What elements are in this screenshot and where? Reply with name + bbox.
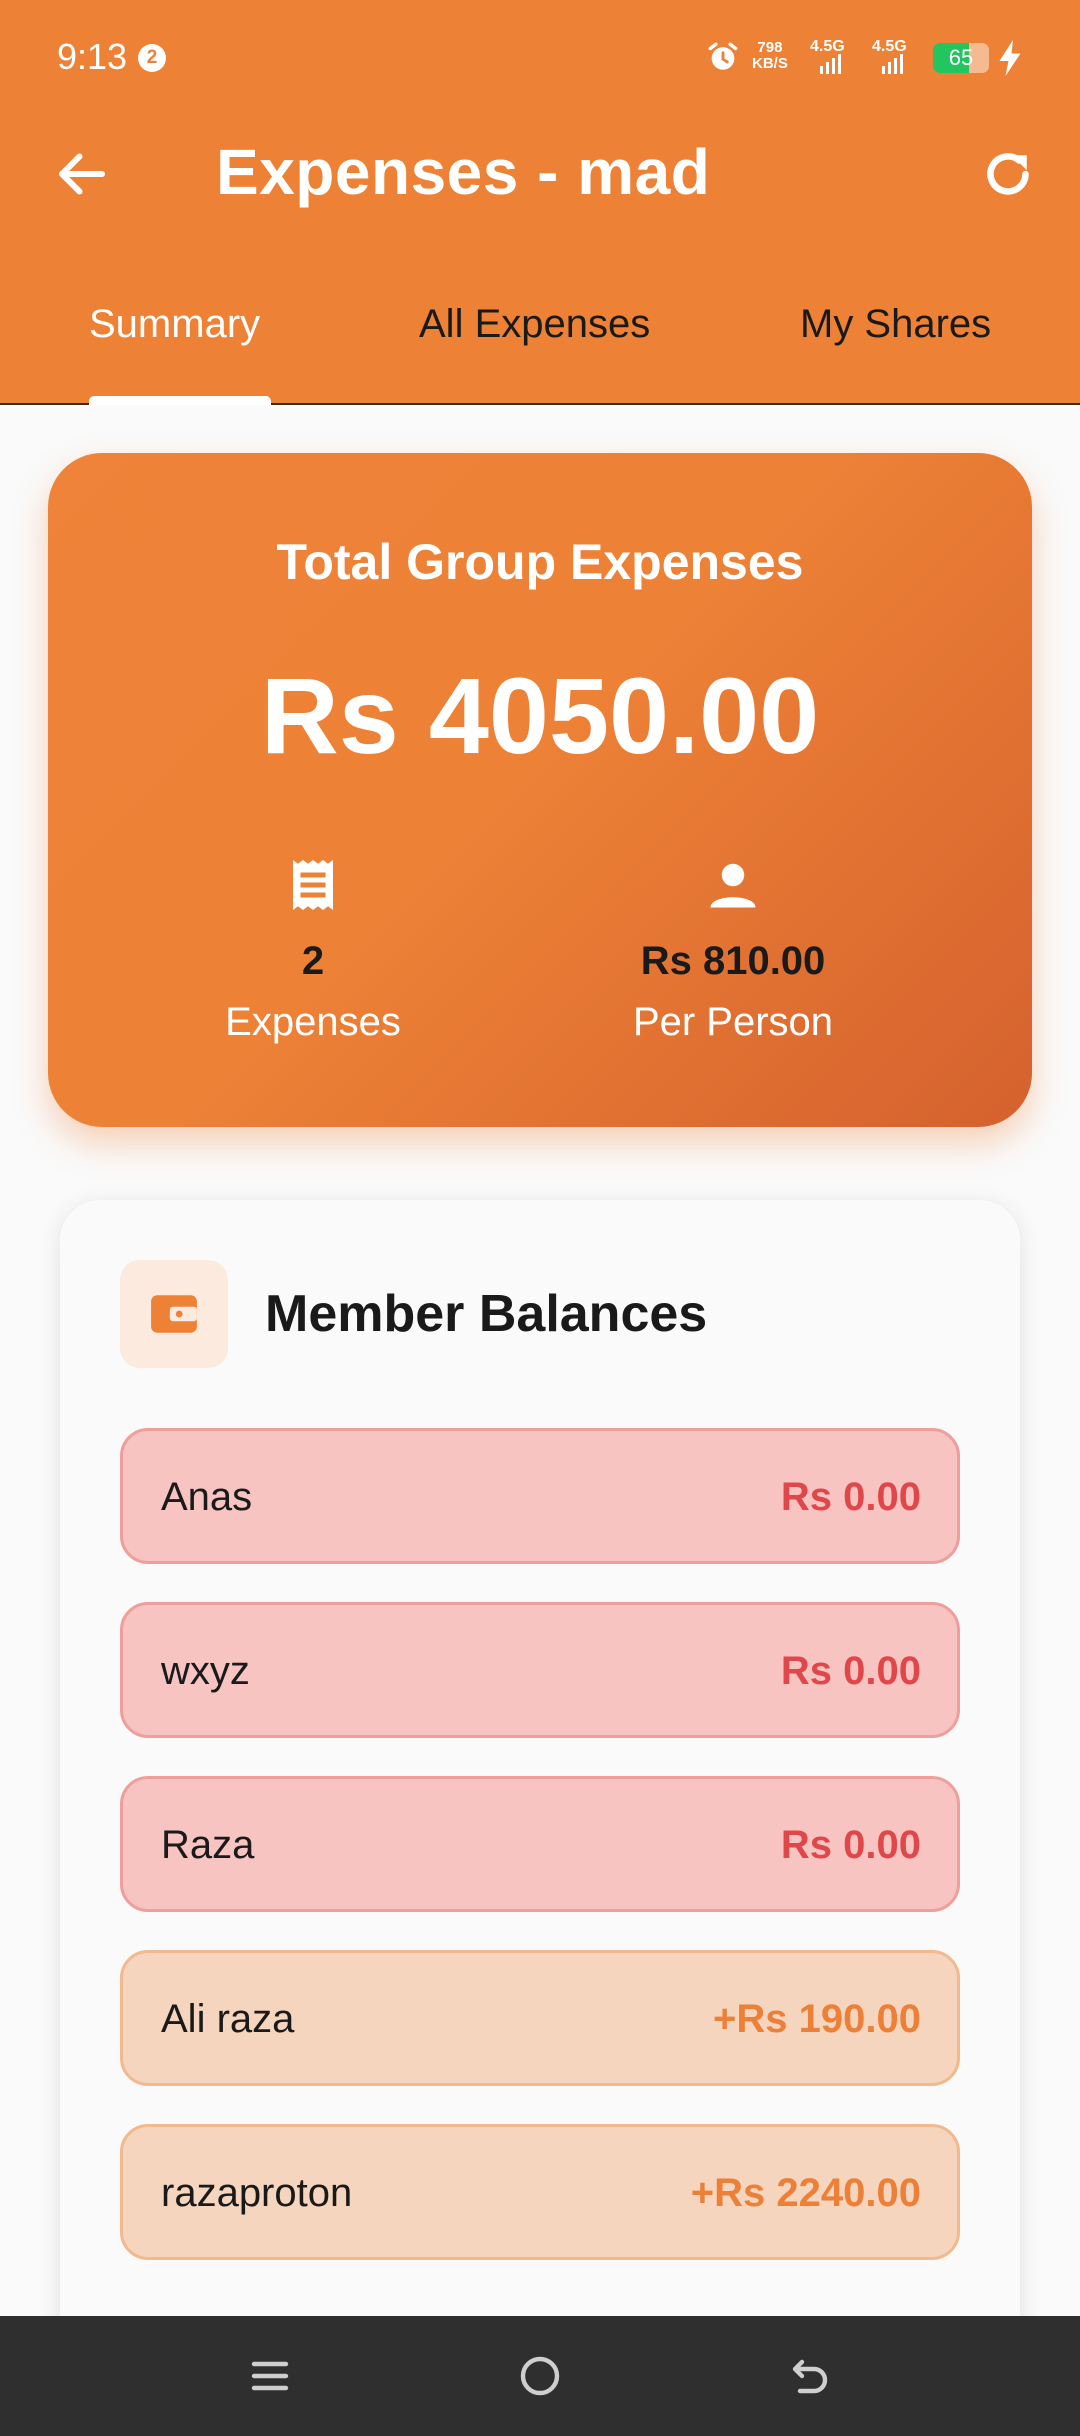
balance-row: Anas Rs 0.00 (120, 1428, 960, 1564)
balance-row: Ali raza +Rs 190.00 (120, 1950, 960, 2086)
balance-row: Raza Rs 0.00 (120, 1776, 960, 1912)
status-bar: 9:13 2 798 KB/S 4.5G 4.5G 65 (0, 0, 1080, 115)
system-nav-bar (0, 2316, 1080, 2436)
back-arrow-icon[interactable] (52, 144, 112, 204)
member-balances-title: Member Balances (265, 1285, 708, 1343)
total-expenses-amount: Rs 4050.00 (260, 655, 820, 776)
member-balances-card: Member Balances Anas Rs 0.00 wxyz Rs 0.0… (60, 1200, 1020, 2436)
menu-icon[interactable] (246, 2352, 294, 2400)
app-bar: 9:13 2 798 KB/S 4.5G 4.5G 65 Expenses - … (0, 0, 1080, 405)
total-expenses-card: Total Group Expenses Rs 4050.00 2 Expens… (48, 453, 1032, 1127)
signal-icon-2 (882, 54, 903, 74)
alarm-icon (708, 42, 738, 70)
person-icon (710, 863, 756, 908)
tab-my-shares[interactable]: My Shares (800, 302, 991, 347)
tab-all-expenses[interactable]: All Expenses (419, 302, 650, 347)
per-person-label: Per Person (632, 1000, 834, 1044)
expenses-count-value: 2 (301, 939, 325, 983)
charging-icon (999, 40, 1021, 76)
net-speed-unit: KB/S (752, 55, 788, 72)
total-expenses-title: Total Group Expenses (276, 534, 804, 590)
page-title: Expenses - mad (216, 136, 711, 208)
member-balance: Rs 0.00 (780, 1649, 921, 1693)
battery-text: 65 (948, 45, 974, 70)
member-balance: Rs 0.00 (780, 1475, 921, 1519)
expenses-count-stat: 2 Expenses (103, 855, 523, 1045)
member-name: Anas (161, 1475, 253, 1519)
wallet-icon (151, 1295, 197, 1333)
net-speed-value: 798 (757, 39, 783, 56)
signal-icon (820, 54, 841, 74)
member-name: Ali raza (161, 1997, 295, 2041)
expenses-count-label: Expenses (225, 1000, 401, 1044)
per-person-stat: Rs 810.00 Per Person (523, 855, 943, 1045)
status-time: 9:13 (57, 36, 128, 77)
battery-indicator: 65 (933, 43, 989, 73)
back-icon[interactable] (786, 2352, 834, 2400)
refresh-icon[interactable] (978, 144, 1038, 204)
member-name: wxyz (161, 1649, 250, 1693)
balance-row: wxyz Rs 0.00 (120, 1602, 960, 1738)
member-name: razaproton (161, 2171, 353, 2215)
tab-summary[interactable]: Summary (89, 302, 260, 347)
member-balance: +Rs 2240.00 (690, 2171, 921, 2215)
tab-indicator (89, 396, 271, 405)
member-name: Raza (161, 1823, 255, 1867)
wallet-icon-chip (120, 1260, 228, 1368)
net-speed: 798 KB/S (752, 40, 788, 72)
notification-badge: 2 (138, 44, 166, 72)
receipt-icon (293, 860, 333, 910)
balance-row: razaproton +Rs 2240.00 (120, 2124, 960, 2260)
home-circle-icon[interactable] (516, 2352, 564, 2400)
per-person-value: Rs 810.00 (640, 939, 826, 983)
member-balance: +Rs 190.00 (713, 1997, 921, 2041)
member-balance: Rs 0.00 (780, 1823, 921, 1867)
